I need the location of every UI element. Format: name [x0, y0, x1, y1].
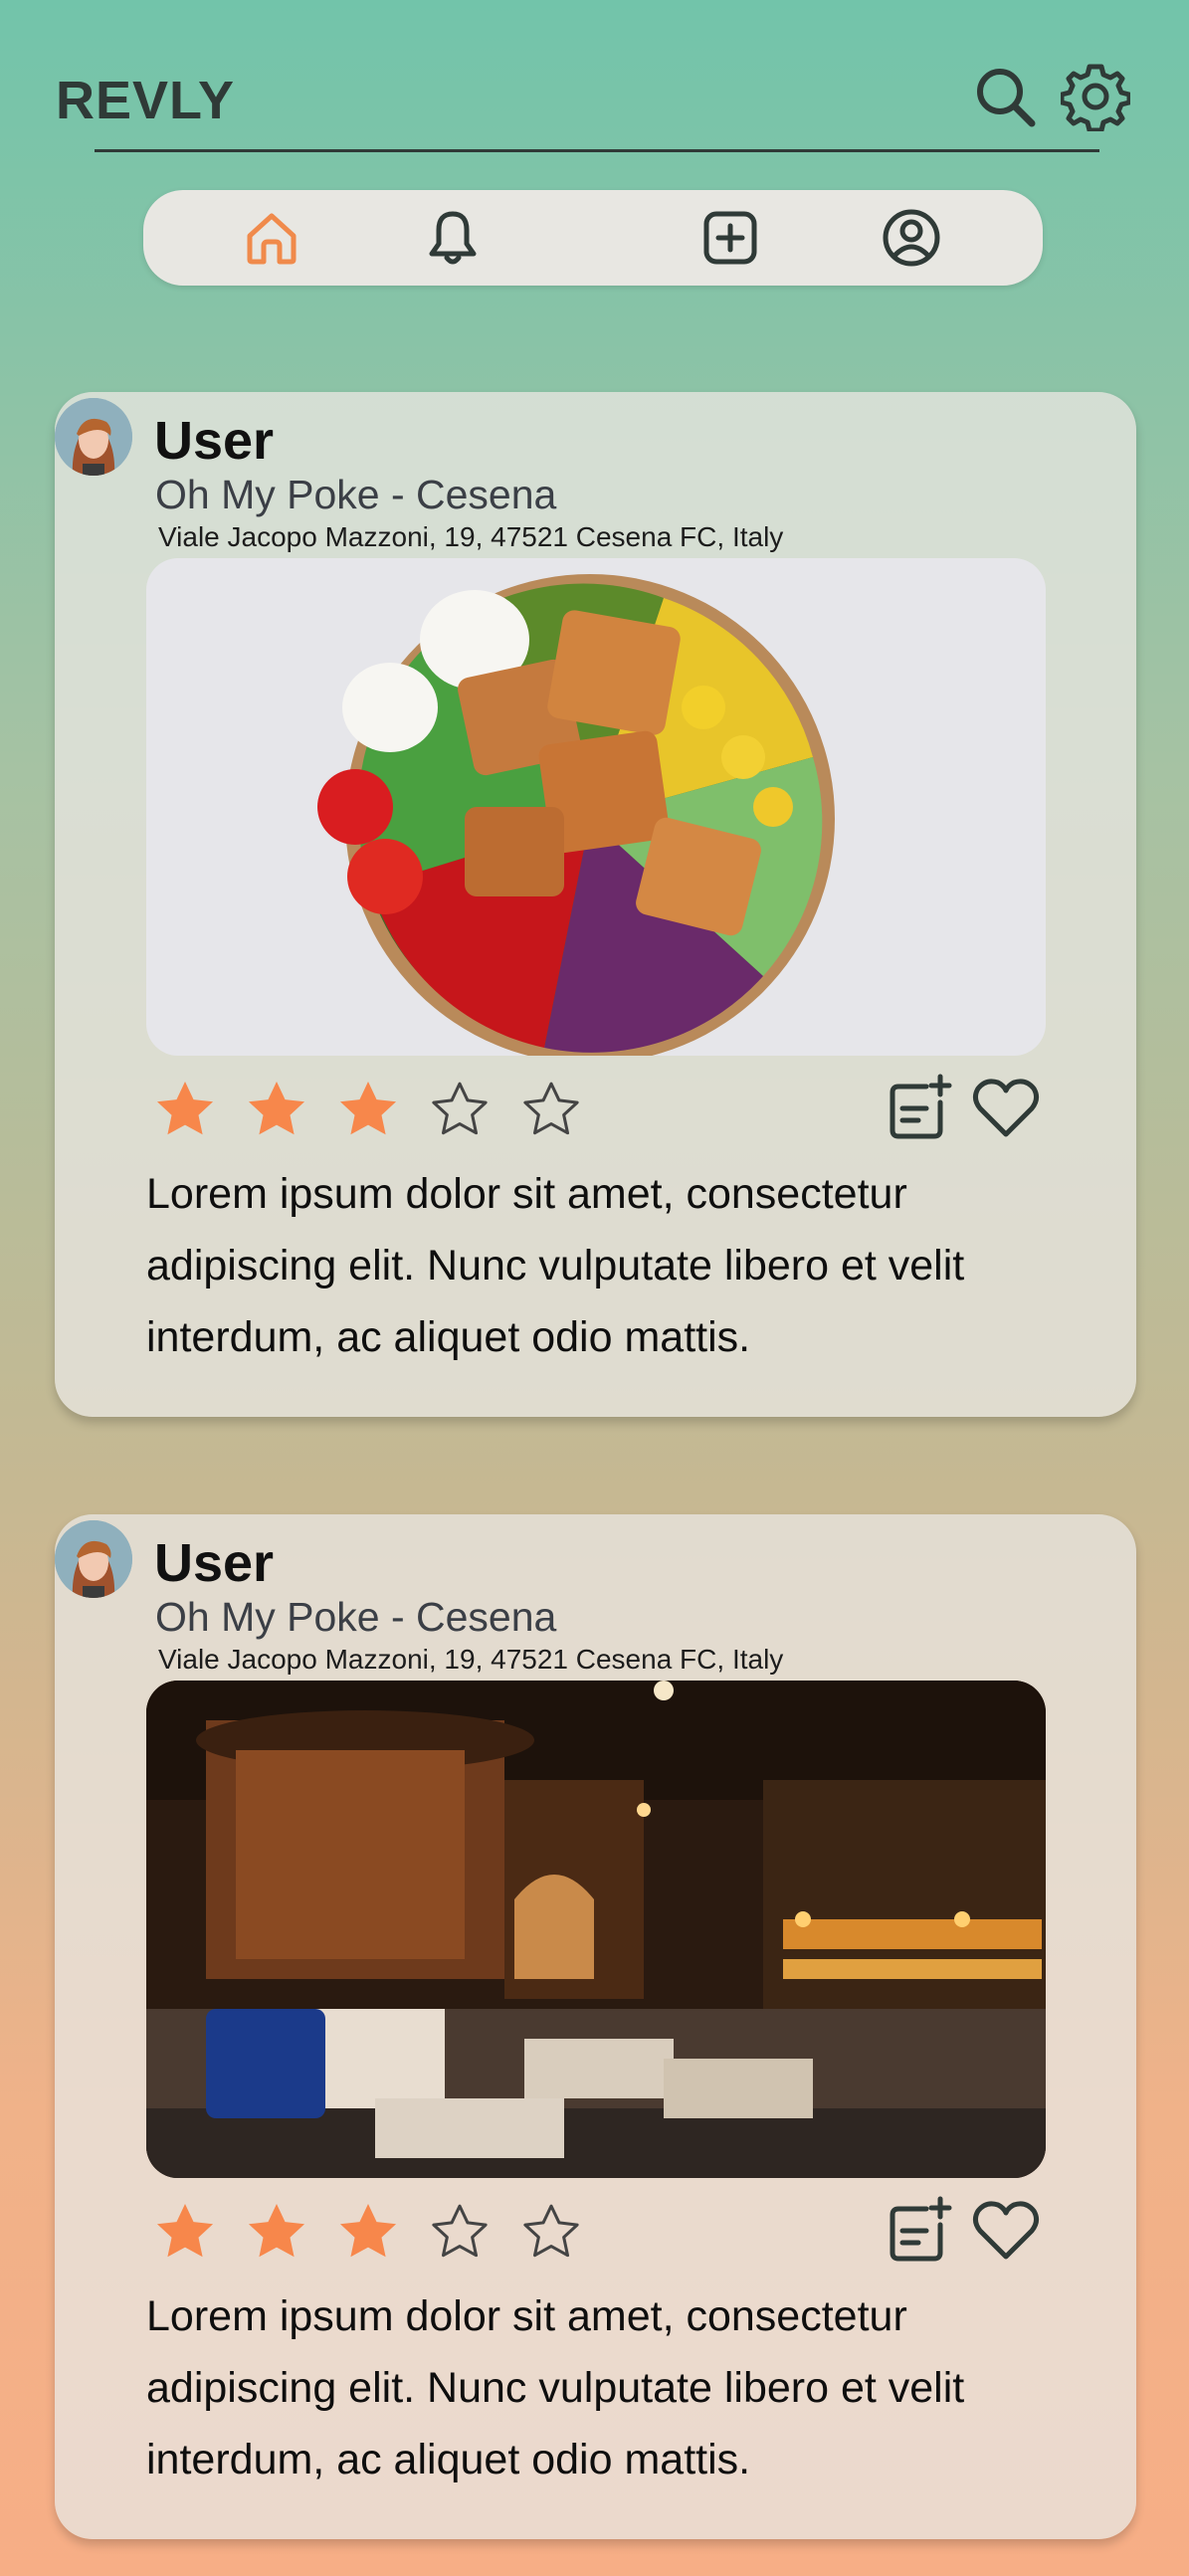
star-empty-icon[interactable]	[427, 2199, 493, 2265]
heart-icon[interactable]	[970, 1073, 1042, 1144]
bottom-nav-bar	[143, 190, 1043, 286]
heart-icon[interactable]	[970, 2195, 1042, 2267]
gear-icon[interactable]	[1059, 62, 1132, 133]
avatar[interactable]	[55, 1520, 132, 1598]
star-filled-icon[interactable]	[335, 2199, 401, 2265]
avatar[interactable]	[55, 398, 132, 476]
post-place-name[interactable]: Oh My Poke - Cesena	[155, 472, 556, 518]
home-icon[interactable]	[242, 208, 301, 268]
star-filled-icon[interactable]	[152, 1077, 218, 1142]
post-text: Lorem ipsum dolor sit amet, consectetur …	[146, 2292, 965, 2483]
star-filled-icon[interactable]	[152, 2199, 218, 2265]
header-divider	[95, 149, 1099, 152]
post-card[interactable]: User Oh My Poke - Cesena Viale Jacopo Ma…	[55, 1514, 1136, 2539]
app-logo: REVLY	[56, 71, 236, 130]
add-post-icon[interactable]	[700, 208, 760, 268]
post-card[interactable]: User Oh My Poke - Cesena Viale Jacopo Ma…	[55, 392, 1136, 1417]
star-empty-icon[interactable]	[518, 1077, 584, 1142]
profile-icon[interactable]	[882, 208, 941, 268]
add-note-icon[interactable]	[883, 1073, 954, 1144]
bell-icon[interactable]	[423, 208, 483, 268]
star-filled-icon[interactable]	[244, 1077, 309, 1142]
post-place-name[interactable]: Oh My Poke - Cesena	[155, 1594, 556, 1641]
star-empty-icon[interactable]	[427, 1077, 493, 1142]
star-filled-icon[interactable]	[244, 2199, 309, 2265]
search-icon[interactable]	[970, 62, 1040, 131]
post-place-address: Viale Jacopo Mazzoni, 19, 47521 Cesena F…	[158, 521, 784, 552]
post-username[interactable]: User	[154, 1532, 274, 1594]
star-empty-icon[interactable]	[518, 2199, 584, 2265]
post-place-address: Viale Jacopo Mazzoni, 19, 47521 Cesena F…	[158, 1644, 784, 1675]
star-filled-icon[interactable]	[335, 1077, 401, 1142]
add-note-icon[interactable]	[883, 2195, 954, 2267]
post-username[interactable]: User	[154, 410, 274, 472]
restaurant-interior-photo[interactable]	[146, 1681, 1046, 2178]
poke-bowl-photo[interactable]	[146, 558, 1046, 1056]
post-text: Lorem ipsum dolor sit amet, consectetur …	[146, 1170, 965, 1361]
